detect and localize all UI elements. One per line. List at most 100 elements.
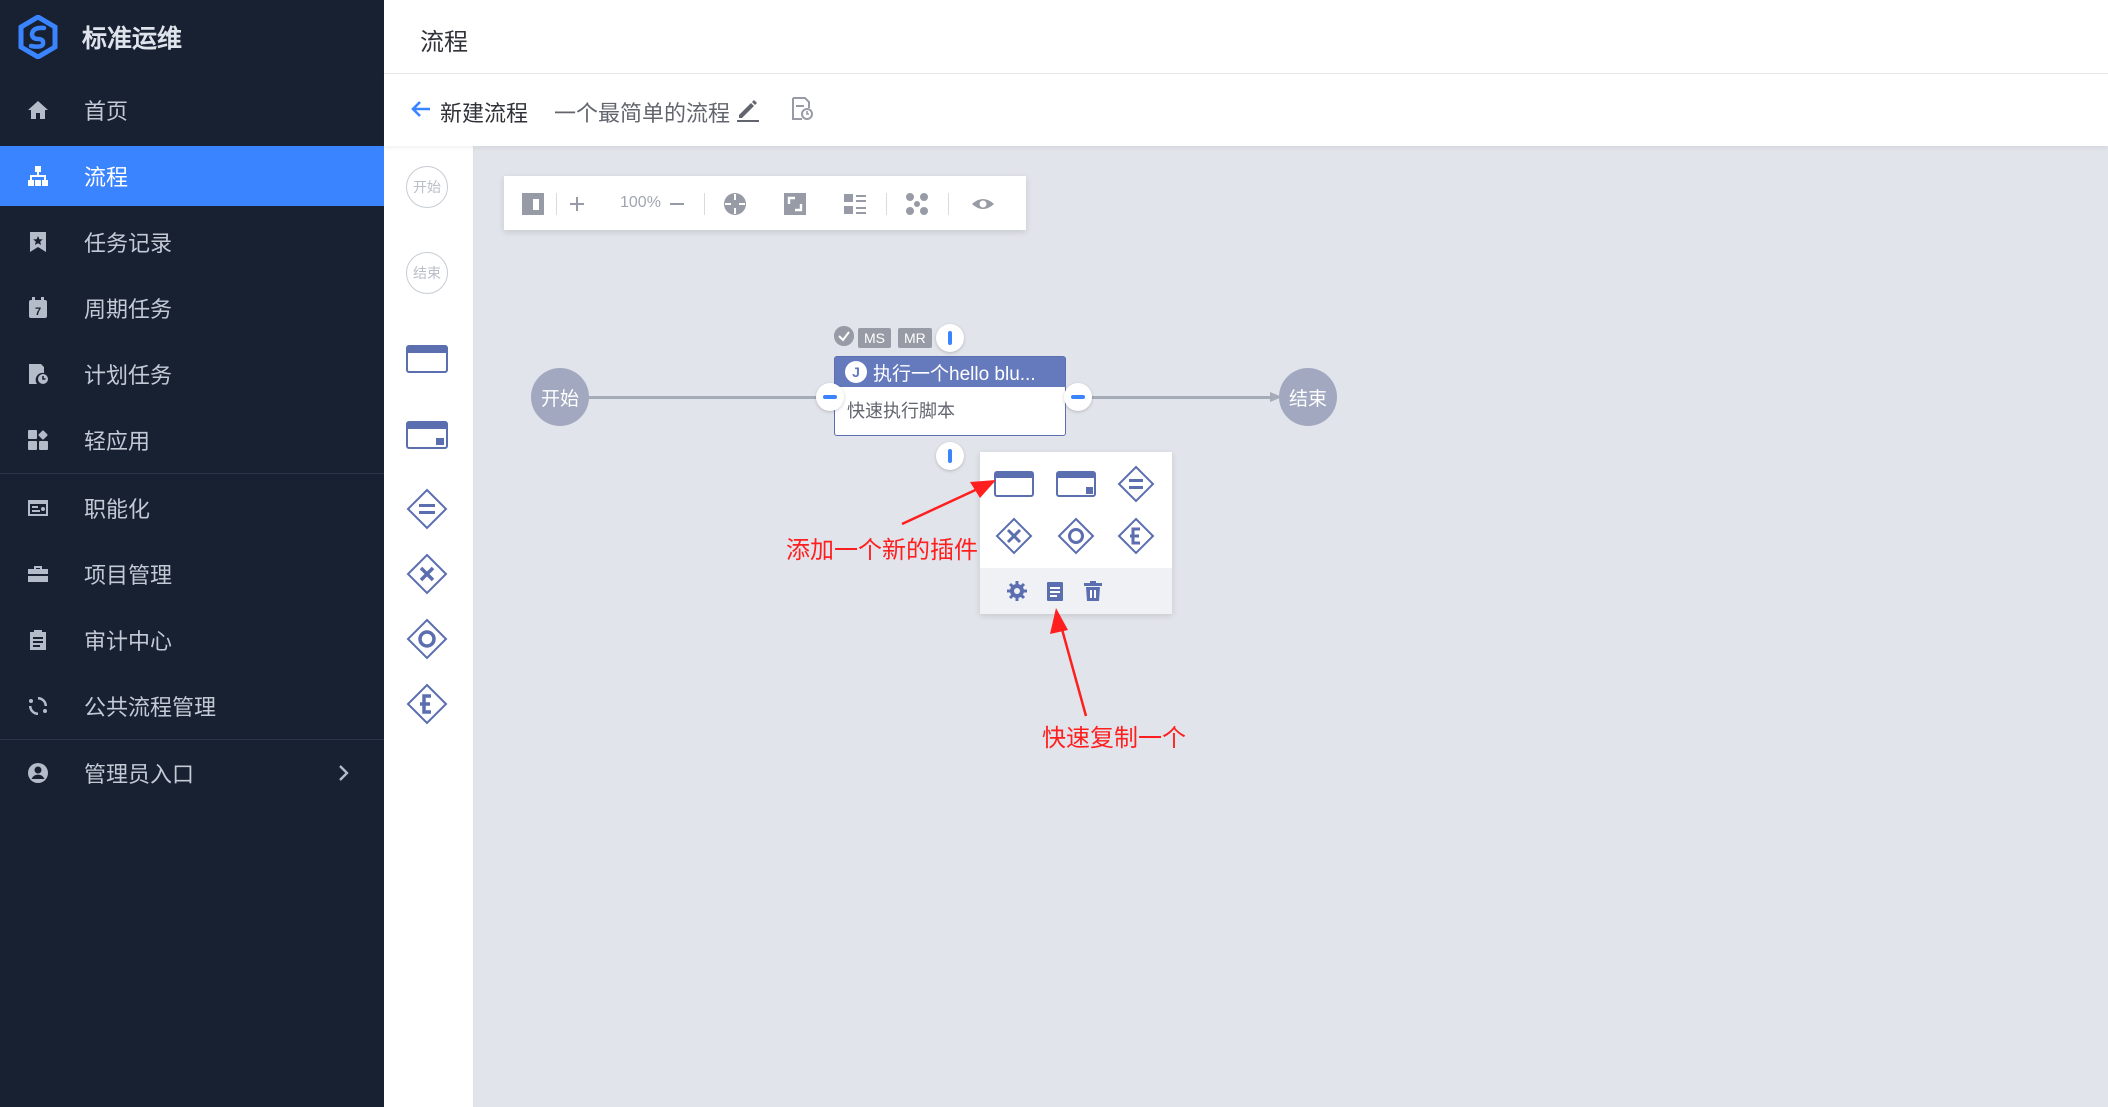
brand-name: 标准运维 <box>82 25 183 53</box>
sidebar-item-functional[interactable]: 职能化 <box>0 478 384 538</box>
palette-start-node[interactable]: 开始 <box>406 166 448 208</box>
brand[interactable]: 标准运维 <box>0 0 384 74</box>
sidebar-item-label: 职能化 <box>84 497 151 522</box>
mr-badge: MR <box>898 328 932 348</box>
sidebar: 标准运维 首页 流程 任务记录 7 周期任务 计划任务 轻应用 职能化 项目管理… <box>0 0 384 1107</box>
sidebar-item-flow[interactable]: 流程 <box>0 146 384 206</box>
task-node[interactable]: J 执行一个hello blu... 快速执行脚本 <box>834 356 1066 436</box>
add-branch-gateway-icon[interactable] <box>1116 464 1156 504</box>
hide-palette-icon[interactable] <box>520 191 546 217</box>
sidebar-item-task-records[interactable]: 任务记录 <box>0 212 384 272</box>
end-node[interactable]: 结束 <box>1279 368 1337 426</box>
bk-sops-logo-icon <box>18 15 58 59</box>
toolbar-divider <box>948 193 949 215</box>
delete-trash-icon[interactable] <box>1082 580 1104 602</box>
svg-text:7: 7 <box>35 306 41 318</box>
sidebar-item-label: 周期任务 <box>84 297 173 322</box>
nav-divider <box>0 473 384 474</box>
zoom-level: 100% <box>620 194 661 211</box>
annotation-arrow-copy <box>1050 608 1088 717</box>
sidebar-item-label: 项目管理 <box>84 563 173 588</box>
sidebar-item-label: 管理员入口 <box>84 762 195 787</box>
reset-position-icon[interactable] <box>722 191 748 217</box>
branch-gateway-icon[interactable] <box>404 486 450 532</box>
node-palette: 开始 结束 <box>384 146 474 1107</box>
parallel-gateway-icon[interactable] <box>404 551 450 597</box>
quick-add-popup <box>980 452 1172 614</box>
sidebar-item-public-flow[interactable]: 公共流程管理 <box>0 676 384 736</box>
chevron-right-icon <box>339 765 349 781</box>
task-port-left[interactable] <box>816 383 844 411</box>
sidebar-item-planned-tasks[interactable]: 计划任务 <box>0 344 384 404</box>
sidebar-item-home[interactable]: 首页 <box>0 80 384 140</box>
sidebar-item-periodic-tasks[interactable]: 7 周期任务 <box>0 278 384 338</box>
add-converge-gateway-icon[interactable] <box>1056 516 1096 556</box>
home-icon <box>26 98 50 122</box>
apps-icon <box>26 428 50 452</box>
task-node-subtitle: 快速执行脚本 <box>847 401 955 421</box>
new-flow-title: 新建流程 <box>440 101 529 126</box>
subprocess-node-icon[interactable] <box>404 412 450 458</box>
sidebar-item-label: 流程 <box>84 165 129 190</box>
bookmark-icon <box>26 230 50 254</box>
copy-node-icon[interactable] <box>1044 580 1066 602</box>
task-port-right[interactable] <box>1064 383 1092 411</box>
edge-task-end <box>1066 396 1274 399</box>
nav-divider <box>0 739 384 740</box>
check-circle-icon <box>834 326 854 346</box>
sidebar-item-label: 任务记录 <box>84 231 173 256</box>
zoom-in-icon[interactable] <box>564 191 590 217</box>
annotation-arrows <box>901 480 1088 717</box>
node-list-icon[interactable] <box>842 191 868 217</box>
add-conditional-gateway-icon[interactable] <box>1116 516 1156 556</box>
start-node[interactable]: 开始 <box>531 368 589 426</box>
sidebar-item-project-mgmt[interactable]: 项目管理 <box>0 544 384 604</box>
task-node-header: J 执行一个hello blu... <box>835 357 1065 387</box>
add-task-node-icon[interactable] <box>994 464 1034 504</box>
cycle-icon <box>26 694 50 718</box>
flow-info-doc-icon[interactable] <box>790 96 814 122</box>
flow-editor-bar: 新建流程 一个最简单的流程 <box>384 74 2108 146</box>
sidebar-item-label: 审计中心 <box>84 629 173 654</box>
job-type-badge: J <box>845 361 867 383</box>
page-header: 流程 <box>384 0 2108 74</box>
sidebar-item-audit-center[interactable]: 审计中心 <box>0 610 384 670</box>
page-title: 流程 <box>420 29 468 56</box>
conditional-parallel-gateway-icon[interactable] <box>404 681 450 727</box>
settings-gear-icon[interactable] <box>1006 580 1028 602</box>
auto-layout-icon[interactable] <box>904 191 930 217</box>
sidebar-item-label: 计划任务 <box>84 363 173 388</box>
annotation-add-plugin: 添加一个新的插件 <box>786 537 978 564</box>
edit-pencil-icon[interactable] <box>735 96 761 122</box>
task-port-bottom[interactable] <box>936 442 964 470</box>
sidebar-item-label: 首页 <box>84 99 129 124</box>
id-card-icon <box>26 496 50 520</box>
popup-actions <box>980 568 1172 614</box>
preview-eye-icon[interactable] <box>970 191 996 217</box>
back-arrow-icon[interactable] <box>410 98 432 120</box>
edge-start-task <box>562 396 836 399</box>
add-parallel-gateway-icon[interactable] <box>994 516 1034 556</box>
sidebar-item-label: 轻应用 <box>84 429 151 454</box>
fullscreen-icon[interactable] <box>782 191 808 217</box>
user-circle-icon <box>26 761 50 785</box>
add-subprocess-node-icon[interactable] <box>1056 464 1096 504</box>
palette-end-node[interactable]: 结束 <box>406 252 448 294</box>
sidebar-item-label: 公共流程管理 <box>84 695 217 720</box>
calendar-icon: 7 <box>26 296 50 320</box>
toolbar-divider <box>556 193 557 215</box>
sidebar-item-light-apps[interactable]: 轻应用 <box>0 410 384 470</box>
zoom-out-icon[interactable] <box>664 191 690 217</box>
briefcase-icon <box>26 562 50 586</box>
flow-canvas[interactable]: 100% 开始 结束 MS MR J 执行一个hello blu... 快速执行… <box>474 146 2108 1107</box>
toolbar-divider <box>704 193 705 215</box>
sidebar-item-admin[interactable]: 管理员入口 <box>0 743 384 803</box>
annotation-quick-copy: 快速复制一个 <box>1042 725 1186 752</box>
schedule-doc-icon <box>26 362 50 386</box>
task-port-top[interactable] <box>936 324 964 352</box>
clipboard-icon <box>26 628 50 652</box>
task-node-icon[interactable] <box>404 336 450 382</box>
toolbar-divider <box>886 193 887 215</box>
canvas-toolbar: 100% <box>504 176 1026 230</box>
converge-gateway-icon[interactable] <box>404 616 450 662</box>
